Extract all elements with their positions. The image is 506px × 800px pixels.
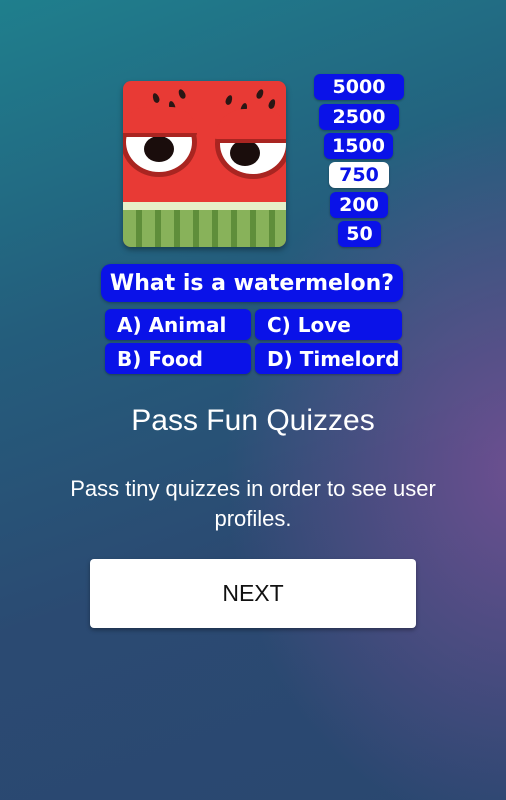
right-eye <box>215 109 286 179</box>
next-button[interactable]: NEXT <box>90 559 416 628</box>
page-title: Pass Fun Quizzes <box>131 404 375 437</box>
left-eye <box>123 107 197 177</box>
answer-a-button: A) Animal <box>105 309 251 340</box>
score-level: 200 <box>330 192 388 218</box>
answer-d-button: D) Timelord <box>255 343 402 374</box>
answer-b-button: B) Food <box>105 343 251 374</box>
watermelon-rind <box>123 202 286 247</box>
seed-icon <box>267 98 277 110</box>
seed-icon <box>224 94 234 106</box>
watermelon-illustration <box>123 81 286 247</box>
seed-icon <box>177 88 187 100</box>
score-level: 2500 <box>319 104 399 130</box>
score-level: 50 <box>338 221 381 247</box>
question-box: What is a watermelon? <box>101 264 403 302</box>
seed-icon <box>151 92 161 104</box>
page-description: Pass tiny quizzes in order to see user p… <box>70 476 436 531</box>
next-button-label: NEXT <box>222 580 284 606</box>
score-level-current: 750 <box>329 162 389 188</box>
score-level: 1500 <box>324 133 393 159</box>
seed-icon <box>255 88 265 100</box>
score-level: 5000 <box>314 74 404 100</box>
answer-c-button: C) Love <box>255 309 402 340</box>
